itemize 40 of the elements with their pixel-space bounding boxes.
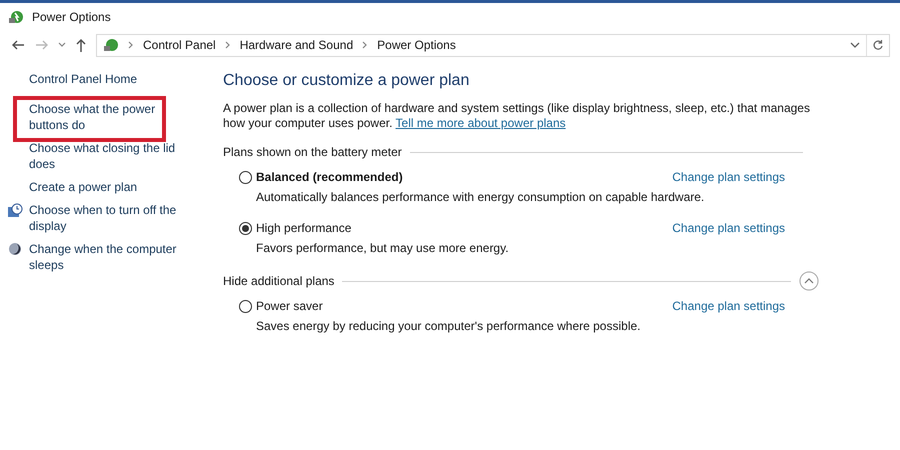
- learn-more-link[interactable]: Tell me more about power plans: [396, 116, 566, 130]
- plan-description: Automatically balances performance with energy consumption on capable hardware.: [255, 189, 706, 206]
- change-plan-settings-link[interactable]: Change plan settings: [672, 297, 785, 315]
- breadcrumb[interactable]: Power Options: [377, 36, 456, 54]
- history-dropdown-icon[interactable]: [850, 41, 860, 49]
- sidebar-link[interactable]: Change when the computer sleeps: [29, 241, 189, 273]
- collapse-icon[interactable]: [799, 271, 819, 291]
- plan-description: Saves energy by reducing your computer's performance where possible.: [255, 318, 642, 335]
- sidebar-link[interactable]: Control Panel Home: [29, 71, 189, 87]
- chevron-icon[interactable]: [224, 41, 231, 49]
- moon-icon: [8, 242, 22, 256]
- group-title: Plans shown on the battery meter: [223, 144, 402, 161]
- refresh-icon[interactable]: [872, 39, 884, 51]
- clock-icon: [6, 203, 22, 219]
- radio-button[interactable]: [239, 222, 252, 234]
- sidebar-link[interactable]: Choose what closing the lid does: [29, 140, 189, 172]
- app-icon: [8, 9, 24, 25]
- plan-name[interactable]: High performance: [256, 219, 672, 237]
- window-title: Power Options: [32, 9, 111, 26]
- breadcrumb[interactable]: Control Panel: [143, 36, 216, 54]
- page-heading: Choose or customize a power plan: [223, 71, 470, 91]
- sidebar-link[interactable]: Create a power plan: [29, 179, 189, 195]
- chevron-icon[interactable]: [362, 41, 368, 49]
- group-title: Hide additional plans: [223, 273, 334, 290]
- radio-button[interactable]: [239, 300, 252, 312]
- location-icon: [103, 37, 119, 53]
- dropdown-icon[interactable]: [58, 41, 66, 49]
- change-plan-settings-link[interactable]: Change plan settings: [672, 168, 785, 186]
- sidebar-link[interactable]: Choose when to turn off the display: [29, 202, 189, 234]
- breadcrumb[interactable]: Hardware and Sound: [240, 36, 354, 54]
- plan-name[interactable]: Power saver: [256, 297, 672, 315]
- change-plan-settings-link[interactable]: Change plan settings: [672, 219, 785, 237]
- up-icon[interactable]: [74, 37, 88, 53]
- radio-button[interactable]: [239, 170, 252, 184]
- plan-description: Favors performance, but may use more energy.: [255, 240, 510, 257]
- chevron-icon[interactable]: [128, 41, 134, 49]
- plan-name[interactable]: Balanced (recommended): [256, 168, 672, 186]
- address-bar[interactable]: Control Panel Hardware and Sound Power Options: [96, 34, 890, 56]
- sidebar-link[interactable]: Choose what the power buttons do: [29, 101, 189, 133]
- description-text: A power plan is a collection of hardware and system settings (like display brightness, sleep, etc.) that manages how your computer uses power. Tell me more about power plans: [223, 101, 811, 131]
